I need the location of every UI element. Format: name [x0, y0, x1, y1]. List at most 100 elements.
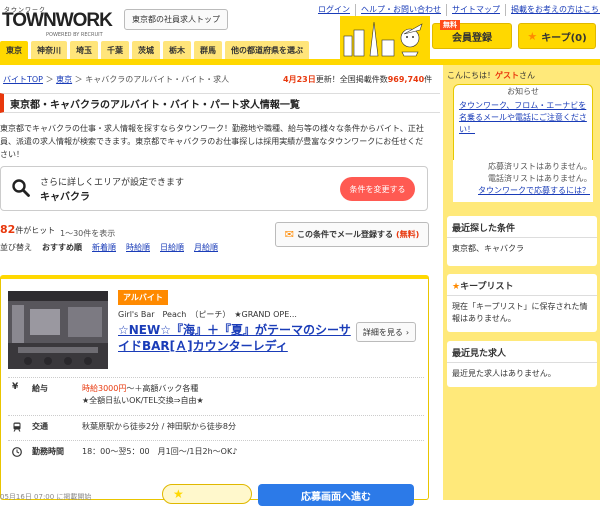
townwork-logo[interactable]: タウンワーク TOWNWORK POWERED BY RECRUIT [2, 5, 113, 38]
breadcrumb-sep: ＞ [45, 75, 57, 84]
recently-viewed-value: 最近見た求人はありません。 [452, 369, 556, 378]
train-icon [13, 422, 21, 432]
top-links: ログイン ヘルプ・お問い合わせ サイトマップ 掲載をお考えの方はこちら [313, 4, 600, 16]
salary-value: 時給3000円〜＋高額バック各種 ★全額日払いOK/TEL交換⇒自由★ [82, 383, 204, 407]
star-icon: ★ [527, 29, 538, 43]
login-link[interactable]: ログイン [313, 4, 355, 16]
sitemap-link[interactable]: サイトマップ [446, 4, 505, 16]
how-to-apply-link[interactable]: タウンワークで応募するには？ [478, 185, 590, 196]
tab-ibaraki[interactable]: 茨城 [132, 41, 160, 59]
recently-viewed-title: 最近見た求人 [447, 341, 597, 363]
sort-label: 並び替え [0, 243, 32, 252]
detail-label: 詳細を見る [362, 327, 403, 337]
prefecture-tabs: 東京 神奈川 埼玉 千葉 茨城 栃木 群馬 他の都道府県を選ぶ [0, 41, 309, 59]
keep-label: キープ(0) [541, 32, 587, 44]
hit-count: 82件がヒット [0, 223, 55, 236]
hours-value: 18：00〜翌5：00 月1回〜/1日2h〜OK♪ [82, 447, 238, 456]
star-icon: ★ [173, 487, 184, 501]
transport-row: 交通 秋葉原駅から徒歩2分 / 神田駅から徒歩8分 [8, 415, 424, 440]
breadcrumb-current: キャバクラのアルバイト・バイト・求人 [85, 75, 230, 84]
page-description: 東京都でキャバクラの仕事・求人情報を探すならタウンワーク！勤務地や職種、給与等の… [0, 124, 424, 159]
job-title-link[interactable]: ☆NEW☆『海』＋『夏』がテーマのシーサイドBAR[Ａ]カウンターレディ [118, 322, 358, 354]
breadcrumb-sep: ＞ [74, 75, 86, 84]
called-list-status: 電話済リストはありません。 [488, 174, 592, 183]
applied-list-status: 応募済リストはありません。 [488, 162, 592, 171]
tab-other-prefectures[interactable]: 他の都道府県を選ぶ [225, 41, 309, 59]
tab-tokyo[interactable]: 東京 [0, 41, 28, 59]
sort-hourly[interactable]: 時給順 [126, 242, 150, 253]
recent-search-box: 最近探した条件 東京都、キャバクラ [447, 216, 597, 266]
tab-kanagawa[interactable]: 神奈川 [31, 41, 67, 59]
greeting: こんにちは！ゲストさん [447, 70, 535, 81]
salary-note: ★全額日払いOK/TEL交換⇒自由★ [82, 396, 204, 405]
sort-daily[interactable]: 日給順 [160, 242, 184, 253]
hit-label: 件がヒット [15, 226, 56, 235]
keep-list-value: 現在「キープリスト」に保存された情報はありません。 [452, 302, 588, 323]
sort-newest[interactable]: 新着順 [92, 242, 116, 253]
keep-job-button[interactable]: ★ [162, 484, 252, 504]
area-hint: さらに詳しくエリアが設定できます [40, 178, 185, 188]
keep-list-title: ★キープリスト [447, 274, 597, 296]
salary-hourly: 時給3000円 [82, 384, 127, 393]
tab-tochigi[interactable]: 栃木 [163, 41, 191, 59]
salary-extra: 〜＋高額バック各種 [126, 384, 199, 393]
recent-search-value[interactable]: 東京都、キャバクラ [447, 238, 597, 260]
mail-label: この条件でメール登録する [296, 230, 393, 239]
advertise-link[interactable]: 掲載をお考えの方はこちら [505, 4, 600, 16]
breadcrumb-home[interactable]: バイトTOP [3, 75, 43, 84]
salary-key: 給与 [32, 384, 48, 393]
logo-text: TOWNWORK [2, 10, 113, 31]
recent-search-title: 最近探した条件 [447, 216, 597, 238]
keep-list-box: ★キープリスト 現在「キープリスト」に保存された情報はありません。 [447, 274, 597, 332]
view-detail-button[interactable]: 詳細を見る › [356, 322, 416, 342]
mail-register-button[interactable]: ✉ この条件でメール登録する (無料) [275, 222, 429, 247]
town-illustration [340, 16, 430, 60]
sort-bar: 並び替え おすすめ順 新着順 時給順 日給順 月給順 [0, 242, 218, 253]
star-icon: ★ [452, 282, 461, 292]
hours-key: 勤務時間 [32, 447, 64, 456]
notice-title: お知らせ [507, 87, 539, 96]
logo-sub: POWERED BY RECRUIT [46, 32, 103, 38]
mail-icon: ✉ [284, 228, 294, 241]
greeting-suffix: さん [519, 71, 535, 80]
hours-row: 勤務時間 18：00〜翌5：00 月1回〜/1日2h〜OK♪ [8, 440, 424, 465]
recently-viewed-box: 最近見た求人 最近見た求人はありません。 [447, 341, 597, 387]
sort-recommended[interactable]: おすすめ順 [42, 242, 82, 253]
greeting-name: ゲスト [495, 71, 519, 80]
update-date: 4月23日 [283, 75, 316, 84]
job-photo[interactable] [8, 291, 108, 369]
notice-link[interactable]: タウンワーク、フロム・エーナビを名乗るメールや電話にご注意ください！ [459, 100, 591, 136]
tab-saitama[interactable]: 埼玉 [70, 41, 98, 59]
keep-button[interactable]: ★ キープ(0) [518, 23, 596, 49]
clock-icon [12, 447, 22, 457]
breadcrumb-tokyo[interactable]: 東京 [56, 75, 72, 84]
corporate-jobs-button[interactable]: 東京都の社員求人トップ [124, 9, 228, 30]
free-badge: 無料 [440, 20, 460, 30]
sort-monthly[interactable]: 月給順 [194, 242, 218, 253]
yen-icon: ¥ [12, 382, 19, 392]
tab-gunma[interactable]: 群馬 [194, 41, 222, 59]
page-title: 東京都・キャバクラのアルバイト・バイト・パート求人情報一覧 [0, 93, 440, 113]
shop-name: Girl's Bar Peach （ピーチ） ★GRAND OPE... [118, 310, 297, 319]
transport-key: 交通 [32, 422, 48, 431]
mail-free: (無料) [395, 230, 420, 239]
count-unit: 件 [424, 75, 433, 84]
employment-type-badge: アルバイト [118, 290, 168, 305]
search-icon [12, 179, 30, 197]
apply-button[interactable]: 応募画面へ進む [258, 484, 414, 506]
keep-list-label: キープリスト [460, 282, 514, 292]
posted-date: 05月16日 07:00 に掲載開始 [0, 493, 92, 501]
salary-row: ¥ 給与 時給3000円〜＋高額バック各種 ★全額日払いOK/TEL交換⇒自由★ [8, 377, 424, 415]
tab-chiba[interactable]: 千葉 [101, 41, 129, 59]
result-range: 1〜30件を表示 [60, 229, 116, 238]
transport-value: 秋葉原駅から徒歩2分 / 神田駅から徒歩8分 [82, 422, 236, 431]
chevron-right-icon: › [405, 327, 410, 337]
update-text: 更新！全国掲載件数 [315, 75, 388, 84]
search-condition: キャバクラ [40, 192, 90, 203]
update-info: 4月23日更新！全国掲載件数969,740件 [283, 74, 432, 85]
change-condition-button[interactable]: 条件を変更する [340, 177, 415, 201]
total-count: 969,740 [387, 75, 425, 84]
help-link[interactable]: ヘルプ・お問い合わせ [355, 4, 446, 16]
breadcrumb: バイトTOP ＞ 東京 ＞ キャバクラのアルバイト・バイト・求人 [3, 74, 229, 85]
greeting-prefix: こんにちは！ [447, 71, 495, 80]
